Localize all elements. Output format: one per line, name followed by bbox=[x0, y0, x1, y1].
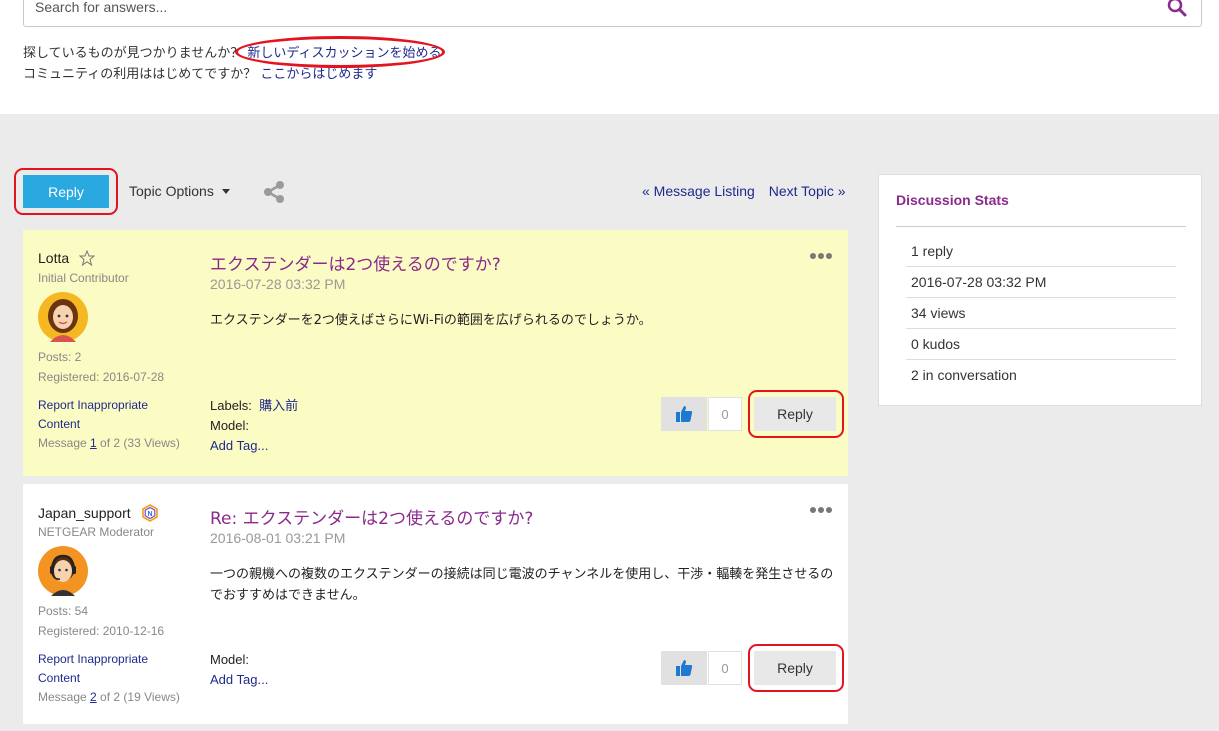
message-post: Lotta Initial Contributor Posts: 2 Regis… bbox=[23, 230, 848, 476]
kudos-count: 0 bbox=[708, 397, 742, 431]
post-labels: Model: Add Tag... bbox=[210, 650, 268, 690]
topic-options-dropdown[interactable]: Topic Options bbox=[129, 183, 230, 199]
search-input[interactable] bbox=[24, 0, 1124, 26]
topic-navigation: « Message Listing Next Topic » bbox=[642, 183, 856, 199]
help-question-1: 探しているものが見つかりませんか？ bbox=[23, 46, 244, 61]
registered-date: Registered: 2010-12-16 bbox=[38, 624, 165, 638]
kudo-button[interactable] bbox=[661, 397, 707, 431]
post-date: 2016-07-28 03:32 PM bbox=[210, 276, 346, 292]
star-icon[interactable] bbox=[79, 250, 96, 266]
stat-replies: 1 reply bbox=[906, 236, 1176, 267]
next-topic-link[interactable]: Next Topic » bbox=[769, 183, 846, 199]
message-prefix: Message bbox=[38, 690, 91, 704]
share-icon[interactable] bbox=[262, 180, 286, 204]
netgear-moderator-badge-icon: N bbox=[141, 504, 158, 522]
message-listing-link[interactable]: « Message Listing bbox=[642, 183, 755, 199]
message-number: Message 2 of 2 (19 Views) bbox=[38, 690, 180, 704]
registered-date: Registered: 2016-07-28 bbox=[38, 370, 165, 384]
avatar[interactable] bbox=[38, 546, 88, 596]
kudo-button[interactable] bbox=[661, 651, 707, 685]
annotation-circle bbox=[14, 168, 118, 215]
message-post: Japan_support N NETGEAR Moderator Posts:… bbox=[23, 484, 848, 724]
author-rank: Initial Contributor bbox=[38, 271, 129, 285]
message-suffix: of 2 (33 Views) bbox=[96, 436, 180, 450]
author-line: Japan_support N bbox=[38, 504, 159, 522]
post-title[interactable]: Re: エクステンダーは2つ使えるのですか? bbox=[210, 504, 533, 529]
labels-label: Labels: bbox=[210, 398, 252, 413]
report-inappropriate-link[interactable]: Report Inappropriate Content bbox=[38, 396, 168, 434]
author-line: Lotta bbox=[38, 250, 96, 266]
post-count: Posts: 2 bbox=[38, 350, 82, 364]
author-name[interactable]: Lotta bbox=[38, 250, 69, 266]
message-number-link[interactable]: 2 bbox=[90, 690, 97, 704]
author-name[interactable]: Japan_support bbox=[38, 505, 131, 521]
model-label: Model: bbox=[210, 652, 250, 667]
post-date: 2016-08-01 03:21 PM bbox=[210, 530, 346, 546]
thumbs-up-icon bbox=[676, 406, 693, 422]
report-inappropriate-link[interactable]: Report Inappropriate Content bbox=[38, 650, 168, 688]
help-question-2: コミュニティの利用ははじめてですか？ bbox=[23, 67, 257, 82]
annotation-circle bbox=[235, 36, 445, 68]
labels-row: Labels: 購入前 bbox=[210, 396, 298, 416]
stat-kudos: 0 kudos bbox=[906, 329, 1176, 360]
kudos-count: 0 bbox=[708, 651, 742, 685]
post-labels: Labels: 購入前 Model: Add Tag... bbox=[210, 396, 298, 456]
add-tag-link[interactable]: Add Tag... bbox=[210, 438, 268, 453]
getting-started-link[interactable]: ここからはじめます bbox=[260, 67, 377, 82]
message-number: Message 1 of 2 (33 Views) bbox=[38, 436, 180, 450]
annotation-circle bbox=[748, 390, 844, 438]
avatar[interactable] bbox=[38, 292, 88, 342]
stats-list: 1 reply 2016-07-28 03:32 PM 34 views 0 k… bbox=[906, 236, 1176, 391]
search-icon[interactable] bbox=[1167, 0, 1187, 17]
author-rank: NETGEAR Moderator bbox=[38, 525, 155, 539]
message-suffix: of 2 (19 Views) bbox=[96, 690, 180, 704]
post-title[interactable]: エクステンダーは2つ使えるのですか? bbox=[210, 250, 501, 275]
post-body: 一つの親機への複数のエクステンダーの接続は同じ電波のチャンネルを使用し、干渉・輻… bbox=[210, 567, 834, 603]
top-search-panel: 探しているものが見つかりませんか？ 新しいディスカッションを始める コミュニティ… bbox=[0, 0, 1219, 114]
stat-date: 2016-07-28 03:32 PM bbox=[906, 267, 1176, 298]
post-body: エクステンダーを2つ使えばさらにWi-Fiの範囲を広げられるのでしょうか。 bbox=[210, 313, 652, 328]
model-label: Model: bbox=[210, 418, 250, 433]
search-box bbox=[23, 0, 1202, 27]
add-tag-link[interactable]: Add Tag... bbox=[210, 672, 268, 687]
stat-views: 34 views bbox=[906, 298, 1176, 329]
stat-conversation: 2 in conversation bbox=[911, 367, 1017, 383]
topic-options-label: Topic Options bbox=[129, 183, 214, 199]
divider bbox=[896, 226, 1186, 227]
discussion-stats-title: Discussion Stats bbox=[896, 192, 1009, 208]
message-prefix: Message bbox=[38, 436, 91, 450]
message-number-link[interactable]: 1 bbox=[90, 436, 97, 450]
more-options-icon[interactable] bbox=[810, 252, 832, 260]
label-link[interactable]: 購入前 bbox=[259, 398, 298, 413]
thumbs-up-icon bbox=[676, 660, 693, 676]
post-count: Posts: 54 bbox=[38, 604, 89, 618]
annotation-circle bbox=[748, 644, 844, 692]
more-options-icon[interactable] bbox=[810, 506, 832, 514]
svg-text:N: N bbox=[147, 511, 152, 518]
discussion-stats-panel: Discussion Stats 1 reply 2016-07-28 03:3… bbox=[878, 174, 1202, 406]
caret-down-icon bbox=[221, 188, 230, 194]
